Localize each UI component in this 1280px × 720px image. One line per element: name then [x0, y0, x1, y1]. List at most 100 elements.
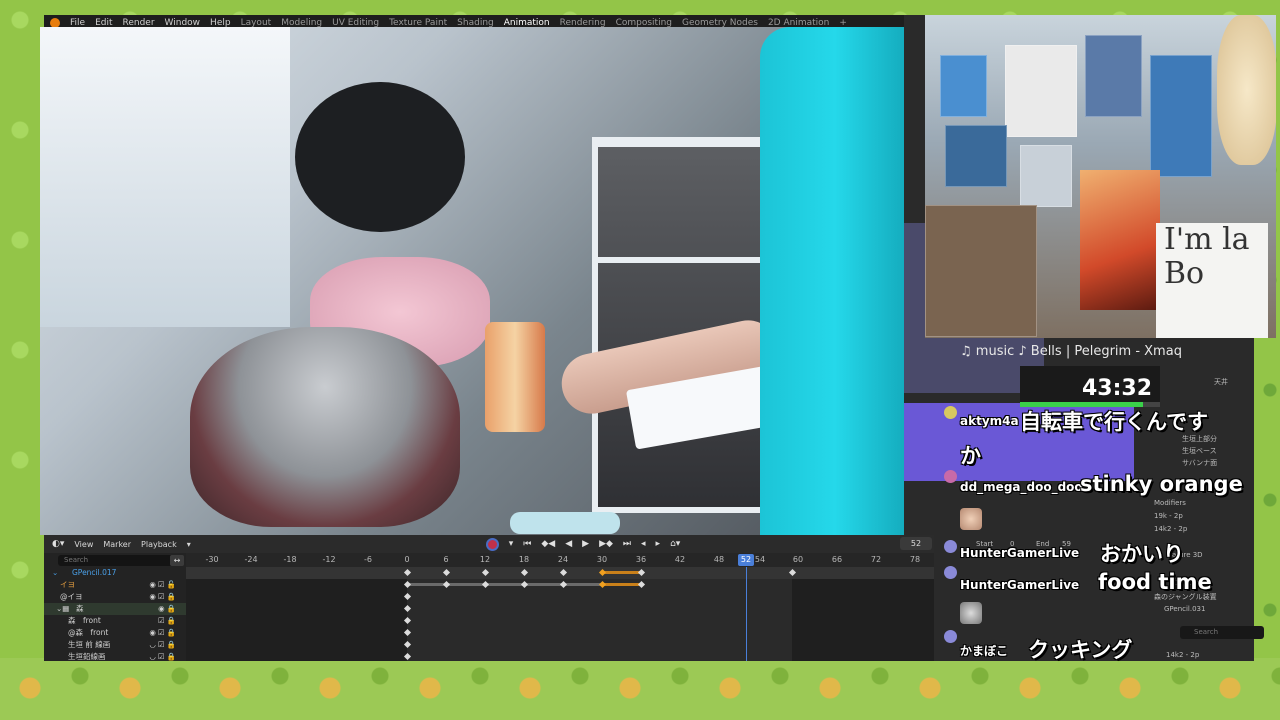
tree-row[interactable]: イヨ ◉☑🔓 [44, 579, 186, 591]
layer-toggles-icon[interactable]: ◉🔒 [158, 603, 178, 615]
ruler-tick: 0 [404, 555, 410, 564]
webcam-clip [510, 512, 620, 534]
layer-toggles-icon[interactable]: ◉☑🔓 [149, 579, 178, 591]
current-frame-field[interactable]: 52 [900, 537, 932, 550]
poster [1085, 35, 1142, 117]
ruler-tick: -30 [205, 555, 219, 564]
poster [1020, 145, 1072, 207]
ruler-tick: 60 [792, 555, 804, 564]
ruler-tick: 78 [909, 555, 921, 564]
expand-icon[interactable]: ⌄▦ [56, 603, 69, 615]
tree-row[interactable]: 森 front ☑🔒 [44, 615, 186, 627]
current-frame-indicator[interactable]: 52 [738, 554, 754, 566]
prev-frame-icon[interactable]: ◂ [641, 539, 646, 549]
keyframe-row [186, 615, 934, 627]
ruler-tick: 12 [479, 555, 491, 564]
emote-icon [960, 508, 982, 530]
chat-text: か [960, 444, 981, 468]
chat-text: food time [1098, 570, 1212, 594]
next-frame-icon[interactable]: ▸ [656, 539, 661, 549]
keyframe-row [186, 579, 934, 591]
playhead[interactable] [746, 567, 747, 661]
bookshelf [925, 205, 1037, 337]
jump-end-icon[interactable]: ⏭ [623, 539, 631, 549]
ruler-tick: 30 [596, 555, 608, 564]
view-menu[interactable]: View [74, 540, 93, 549]
keyframe-row [186, 567, 934, 579]
ruler-tick: 72 [870, 555, 882, 564]
chat-text: 自転車で行くんです [1020, 410, 1208, 434]
keyframe-row [186, 627, 934, 639]
ruler-tick: 54 [754, 555, 766, 564]
sync-icon[interactable]: ⌂▾ [670, 539, 680, 549]
ruler-tick: 48 [713, 555, 725, 564]
chat-username: dd_mega_doo_doo [960, 480, 1083, 494]
user-badge-icon [944, 630, 957, 643]
chat-username: HunterGamerLive [960, 546, 1080, 560]
poster [945, 125, 1007, 187]
second-webcam-feed: I'm la Bo [925, 15, 1276, 338]
chat-text: おかいり [1100, 542, 1184, 566]
keyframe-row [186, 651, 934, 663]
outliner-item[interactable]: 天井 [1214, 377, 1228, 387]
tree-label: 生垣 前 線画 [68, 640, 111, 649]
frame-ruler[interactable]: -30 -24 -18 -12 -6 0 6 12 18 24 30 36 42… [186, 553, 934, 567]
channel-search-input[interactable]: Search [58, 555, 174, 566]
tree-label: 森 [76, 604, 84, 613]
layer-toggles-icon[interactable]: ◡☑🔒 [149, 651, 178, 663]
record-icon[interactable] [485, 537, 499, 551]
ruler-tick: -24 [244, 555, 258, 564]
chat-username: aktym4a [960, 414, 1019, 428]
swap-icon[interactable]: ↔ [170, 555, 184, 566]
keyframe-row [186, 639, 934, 651]
marker-menu[interactable]: Marker [103, 540, 131, 549]
keyframe-row [186, 603, 934, 615]
ruler-tick: 18 [518, 555, 530, 564]
stream-timer: 43:32 [1082, 376, 1153, 401]
playback-dropdown-icon[interactable]: ▾ [187, 540, 191, 549]
tree-row[interactable]: ⌄▦ 森 ◉🔒 [44, 603, 186, 615]
user-badge-icon [944, 470, 957, 483]
tree-label: 生垣鉛線画 [68, 652, 106, 661]
timeline-panel: ◐▾ View Marker Playback ▾ ▾ ⏮ ◆◀ ◀ ▶ ▶◆ … [44, 535, 934, 661]
ruler-tick: 66 [831, 555, 843, 564]
channel-tree: Search ↔ ⌄ GPencil.017 イヨ ◉☑🔓 @イヨ ◉☑🔒 ⌄▦… [44, 553, 186, 661]
poster [1150, 55, 1212, 177]
tree-row[interactable]: 生垣 前 線画 ◡☑🔒 [44, 639, 186, 651]
user-badge-icon [944, 406, 957, 419]
play-reverse-icon[interactable]: ◀ [565, 539, 572, 549]
chat-username: かまぼこ [960, 644, 1009, 658]
user-badge-icon [944, 540, 957, 553]
jump-start-icon[interactable]: ⏮ [523, 539, 531, 549]
playback-menu[interactable]: Playback [141, 540, 177, 549]
layer-toggles-icon[interactable]: ◉☑🔒 [149, 627, 178, 639]
next-key-icon[interactable]: ▶◆ [599, 539, 613, 549]
main-webcam-feed [40, 27, 904, 535]
tree-row[interactable]: 生垣鉛線画 ◡☑🔒 [44, 651, 186, 663]
webcam-person-head [295, 82, 465, 232]
tree-row[interactable]: ⌄ GPencil.017 [44, 567, 186, 579]
poster [1005, 45, 1077, 137]
chat-username: HunterGamerLive [960, 578, 1080, 592]
layer-toggles-icon[interactable]: ◡☑🔒 [149, 639, 178, 651]
layer-toggles-icon[interactable]: ◉☑🔒 [149, 591, 178, 603]
layer-toggles-icon[interactable]: ☑🔒 [158, 615, 178, 627]
ruler-tick: 24 [557, 555, 569, 564]
chat-text: クッキング [1028, 638, 1133, 662]
tree-row[interactable]: @森 front ◉☑🔒 [44, 627, 186, 639]
ruler-tick: -6 [364, 555, 372, 564]
keyframe-area[interactable] [186, 567, 934, 661]
tree-label: イヨ [60, 580, 75, 589]
tree-row[interactable]: @イヨ ◉☑🔒 [44, 591, 186, 603]
prev-key-icon[interactable]: ◆◀ [541, 539, 555, 549]
ruler-tick: -18 [283, 555, 297, 564]
teddy-bear [1217, 15, 1276, 165]
webcam-person-shirt [760, 27, 904, 535]
editor-type-icon[interactable]: ◐▾ [52, 539, 64, 549]
play-icon[interactable]: ▶ [582, 539, 589, 549]
poster [940, 55, 987, 117]
expand-icon[interactable]: ⌄ [52, 567, 58, 579]
handwritten-sign: I'm la Bo [1156, 223, 1268, 338]
ruler-tick: -12 [322, 555, 336, 564]
keying-dropdown-icon[interactable]: ▾ [509, 539, 514, 549]
